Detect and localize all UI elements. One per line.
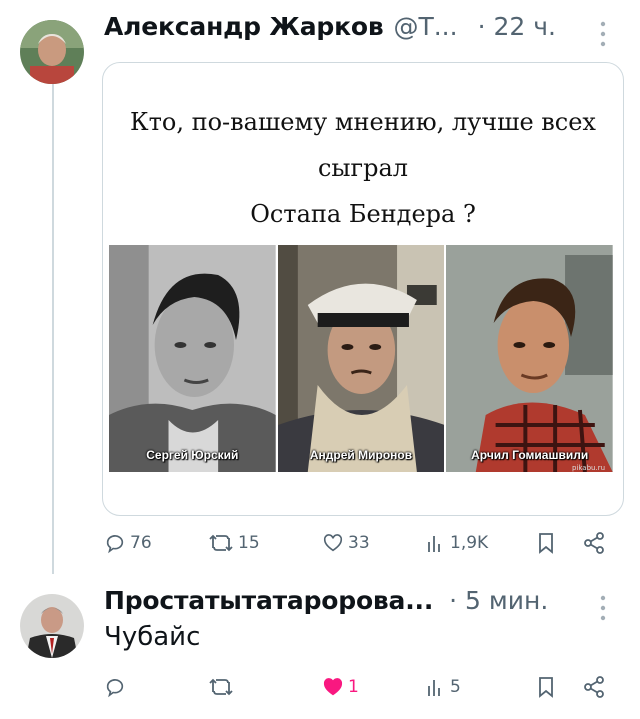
views-icon — [428, 536, 440, 552]
photo-caption: Арчил Гомиашвили — [471, 448, 589, 462]
share-icon — [584, 532, 604, 554]
reply-button[interactable] — [104, 676, 130, 698]
photo-caption: Андрей Миронов — [309, 448, 413, 462]
like-count: 33 — [348, 533, 370, 553]
share-icon — [584, 676, 604, 698]
retweet-button[interactable]: 15 — [208, 532, 260, 554]
like-count: 1 — [348, 677, 359, 697]
reply-text: Чубайс — [104, 622, 201, 652]
tweet-header: Александр Жарков @Т... · 22 ч. — [104, 12, 556, 41]
like-icon — [323, 678, 343, 696]
tweet-actions: 76 15 33 1,9K — [104, 532, 614, 562]
question-text: Кто, по-вашему мнению, лучше всех сыграл… — [103, 99, 623, 237]
views-button[interactable]: 1,9K — [426, 532, 488, 554]
photo-collage: Сергей Юрский Андрей Миронов Арчил Гомиа… — [109, 245, 614, 472]
reply-header: Простатытатаророва... · 5 мин. — [104, 586, 548, 615]
author-handle[interactable]: @Т... — [393, 12, 457, 41]
bookmark-icon — [539, 533, 553, 554]
views-button[interactable]: 5 — [426, 676, 461, 698]
avatar[interactable] — [20, 594, 84, 658]
author-name[interactable]: Александр Жарков — [104, 12, 384, 41]
retweet-button[interactable] — [208, 676, 238, 698]
more-icon[interactable] — [598, 594, 608, 627]
share-button[interactable] — [582, 532, 606, 554]
views-count: 1,9K — [450, 533, 489, 553]
bookmark-button[interactable] — [536, 676, 556, 698]
media-card[interactable]: Кто, по-вашему мнению, лучше всех сыграл… — [102, 62, 624, 516]
share-button[interactable] — [582, 676, 606, 698]
like-button[interactable]: 33 — [322, 532, 370, 554]
thread-line — [52, 84, 54, 574]
bookmark-icon — [539, 677, 553, 698]
question-line: Остапа Бендера ? — [250, 200, 476, 228]
reply-icon — [106, 535, 124, 554]
views-icon — [428, 680, 440, 696]
photo-caption: Сергей Юрский — [146, 448, 239, 462]
question-line: сыграл — [317, 154, 409, 182]
actor-photo: Андрей Миронов — [277, 245, 445, 472]
retweet-count: 15 — [238, 533, 260, 553]
watermark: pikabu.ru — [571, 464, 606, 472]
reply-icon — [106, 679, 124, 698]
actor-photo: Сергей Юрский — [109, 245, 276, 472]
reply-count: 76 — [130, 533, 152, 553]
reply-author-name[interactable]: Простатытатаророва... — [104, 586, 433, 615]
avatar[interactable] — [20, 20, 84, 84]
actor-photo: Арчил Гомиашвили pikabu.ru — [446, 245, 614, 472]
like-icon — [323, 534, 343, 552]
more-icon[interactable] — [598, 20, 608, 53]
question-line: Кто, по-вашему мнению, лучше всех — [130, 108, 596, 136]
like-button[interactable]: 1 — [322, 676, 359, 698]
reply-time[interactable]: · 5 мин. — [449, 586, 548, 615]
bookmark-button[interactable] — [536, 532, 556, 554]
tweet-time[interactable]: · 22 ч. — [478, 12, 556, 41]
retweet-icon — [209, 534, 233, 552]
reply-actions: 1 5 — [104, 676, 614, 706]
reply-button[interactable]: 76 — [104, 532, 152, 554]
retweet-icon — [209, 678, 233, 696]
views-count: 5 — [450, 677, 461, 697]
